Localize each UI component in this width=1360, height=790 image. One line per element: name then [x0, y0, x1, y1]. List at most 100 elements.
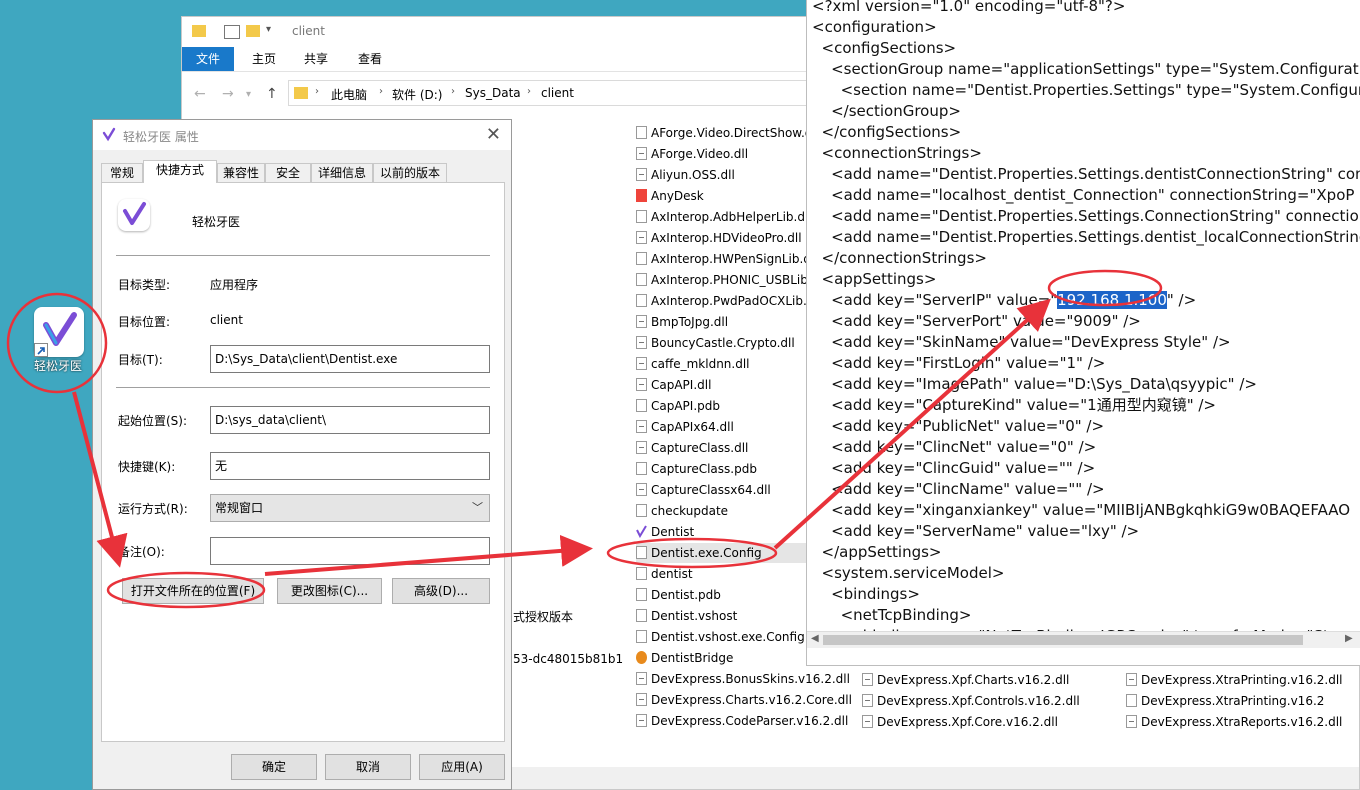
horizontal-scrollbar[interactable]: ◀ ▶ — [807, 631, 1360, 648]
tab-home[interactable]: 主页 — [238, 47, 290, 71]
file-list-item[interactable]: DevExpress.XtraPrinting.v16.2 — [1126, 691, 1324, 711]
config-line-text: <connectionStrings> — [812, 144, 982, 162]
ok-button[interactable]: 确定 — [231, 754, 317, 780]
file-list-item[interactable]: AnyDesk — [636, 186, 704, 206]
config-line-text: </configSections> — [812, 123, 962, 141]
tab-view[interactable]: 查看 — [344, 47, 396, 71]
scrollbar-thumb[interactable] — [823, 635, 1303, 645]
forward-icon[interactable]: → — [222, 86, 234, 102]
file-list-item[interactable]: DevExpress.Xpf.Charts.v16.2.dll — [862, 670, 1069, 690]
file-list-item[interactable]: AxInterop.AdbHelperLib.dl — [636, 207, 808, 227]
details-guid-fragment: 53-dc48015b81b1 — [513, 652, 624, 666]
scroll-right-icon[interactable]: ▶ — [1345, 633, 1353, 644]
file-list-item[interactable]: DentistBridge — [636, 648, 733, 668]
file-list-item[interactable]: CaptureClass.pdb — [636, 459, 757, 479]
file-list-item[interactable]: AxInterop.PwdPadOCXLib. — [636, 291, 807, 311]
breadcrumb-this-pc[interactable]: 此电脑 — [331, 86, 367, 103]
target-input[interactable]: D:\Sys_Data\client\Dentist.exe — [210, 345, 490, 373]
file-list-item[interactable]: Dentist — [636, 522, 694, 542]
app-small-icon — [101, 127, 117, 143]
new-folder-icon[interactable] — [246, 25, 260, 37]
open-file-location-button[interactable]: 打开文件所在的位置(F) — [122, 578, 264, 604]
chevron-right-icon[interactable]: › — [527, 86, 531, 97]
file-list-item[interactable]: BmpToJpg.dll — [636, 312, 728, 332]
file-icon — [636, 273, 647, 286]
dll-file-icon — [862, 673, 873, 686]
file-name: Dentist.vshost.exe.Config — [651, 630, 805, 644]
config-line-text: <add key="FirstLogin" value="1" /> — [812, 354, 1106, 372]
tab-security[interactable]: 安全 — [265, 163, 311, 182]
close-icon[interactable]: ✕ — [486, 124, 501, 145]
tab-compatibility[interactable]: 兼容性 — [217, 163, 265, 182]
tab-share[interactable]: 共享 — [290, 47, 342, 71]
file-list-item[interactable]: AForge.Video.DirectShow.d — [636, 123, 812, 143]
file-list-item[interactable]: AForge.Video.dll — [636, 144, 748, 164]
file-list-item[interactable]: DevExpress.Xpf.Controls.v16.2.dll — [862, 691, 1080, 711]
server-ip-value[interactable]: 192.168.1.100 — [1057, 291, 1167, 309]
file-list-item[interactable]: AxInterop.HDVideoPro.dll — [636, 228, 802, 248]
breadcrumb-drive-d[interactable]: 软件 (D:) — [392, 86, 442, 103]
config-line: <add key="ImagePath" value="D:\Sys_Data\… — [812, 374, 1257, 395]
tab-file[interactable]: 文件 — [182, 47, 235, 71]
file-name: AxInterop.HDVideoPro.dll — [651, 231, 802, 245]
tab-previous-versions[interactable]: 以前的版本 — [373, 163, 447, 182]
desktop-shortcut-icon[interactable] — [34, 307, 84, 357]
breadcrumb-sys-data[interactable]: Sys_Data — [465, 86, 521, 100]
file-list-item[interactable]: CapAPI.pdb — [636, 396, 720, 416]
change-icon-button[interactable]: 更改图标(C)... — [277, 578, 382, 604]
file-list-item[interactable]: Aliyun.OSS.dll — [636, 165, 735, 185]
file-list-item[interactable]: DevExpress.XtraPrinting.v16.2.dll — [1126, 670, 1343, 690]
file-list-item[interactable]: DevExpress.CodeParser.v16.2.dll — [636, 711, 848, 731]
file-list-item[interactable]: Dentist.pdb — [636, 585, 721, 605]
tab-general[interactable]: 常规 — [101, 163, 143, 182]
start-in-input[interactable]: D:\sys_data\client\ — [210, 406, 490, 434]
up-icon[interactable]: ↑ — [266, 86, 278, 102]
file-list-item[interactable]: Dentist.vshost — [636, 606, 737, 626]
chevron-right-icon[interactable]: › — [451, 86, 455, 97]
config-line-text: <system.serviceModel> — [812, 564, 1005, 582]
file-list-item[interactable]: CaptureClass.dll — [636, 438, 748, 458]
app-large-icon — [118, 199, 150, 231]
back-icon[interactable]: ← — [194, 86, 206, 102]
dialog-titlebar: 轻松牙医 属性 ✕ — [93, 120, 511, 150]
breadcrumb[interactable]: › 此电脑 › 软件 (D:) › Sys_Data › client — [288, 80, 808, 106]
recent-dropdown-icon[interactable]: ▾ — [246, 89, 251, 100]
file-list-item[interactable]: caffe_mkldnn.dll — [636, 354, 750, 374]
config-line-text: <add key="ServerPort" value="9009" /> — [812, 312, 1141, 330]
advanced-button[interactable]: 高级(D)... — [392, 578, 490, 604]
comment-input[interactable] — [210, 537, 490, 565]
config-line-text: <add name="Dentist.Properties.Settings.d… — [812, 228, 1360, 246]
quick-access-dropdown-icon[interactable]: ▾ — [266, 24, 271, 35]
file-list-item[interactable]: checkupdate — [636, 501, 728, 521]
tab-shortcut[interactable]: 快捷方式 — [143, 160, 217, 183]
file-list-item[interactable]: BouncyCastle.Crypto.dll — [636, 333, 795, 353]
shortcut-key-input[interactable]: 无 — [210, 452, 490, 480]
properties-icon[interactable] — [224, 25, 240, 39]
tab-details[interactable]: 详细信息 — [311, 163, 373, 182]
gear-file-icon — [636, 567, 647, 580]
config-line: </configSections> — [812, 122, 962, 143]
chevron-right-icon[interactable]: › — [315, 86, 319, 97]
file-list-item[interactable]: dentist — [636, 564, 693, 584]
file-list-item[interactable]: CapAPIx64.dll — [636, 417, 734, 437]
cancel-button[interactable]: 取消 — [325, 754, 411, 780]
file-list-item[interactable]: DevExpress.BonusSkins.v16.2.dll — [636, 669, 850, 689]
file-list-item[interactable]: Dentist.vshost.exe.Config — [636, 627, 805, 647]
file-list-item[interactable]: AxInterop.HWPenSignLib.d — [636, 249, 811, 269]
dll-file-icon — [636, 231, 647, 244]
chevron-right-icon[interactable]: › — [379, 86, 383, 97]
breadcrumb-client[interactable]: client — [541, 86, 574, 100]
file-list-item[interactable]: AxInterop.PHONIC_USBLib — [636, 270, 808, 290]
config-line-text: <appSettings> — [812, 270, 937, 288]
file-list-item[interactable]: CaptureClassx64.dll — [636, 480, 771, 500]
config-line-text: <add name="localhost_dentist_Connection"… — [812, 186, 1355, 204]
scroll-left-icon[interactable]: ◀ — [811, 633, 819, 644]
details-license-fragment: 式授权版本 — [513, 610, 574, 624]
file-list-item[interactable]: DevExpress.XtraReports.v16.2.dll — [1126, 712, 1342, 732]
apply-button[interactable]: 应用(A) — [419, 754, 505, 780]
file-list-item[interactable]: CapAPI.dll — [636, 375, 711, 395]
config-line: <add key="ClincGuid" value="" /> — [812, 458, 1095, 479]
file-list-item[interactable]: DevExpress.Xpf.Core.v16.2.dll — [862, 712, 1058, 732]
file-list-item[interactable]: DevExpress.Charts.v16.2.Core.dll — [636, 690, 852, 710]
run-select[interactable]: 常规窗口 ﹀ — [210, 494, 490, 522]
